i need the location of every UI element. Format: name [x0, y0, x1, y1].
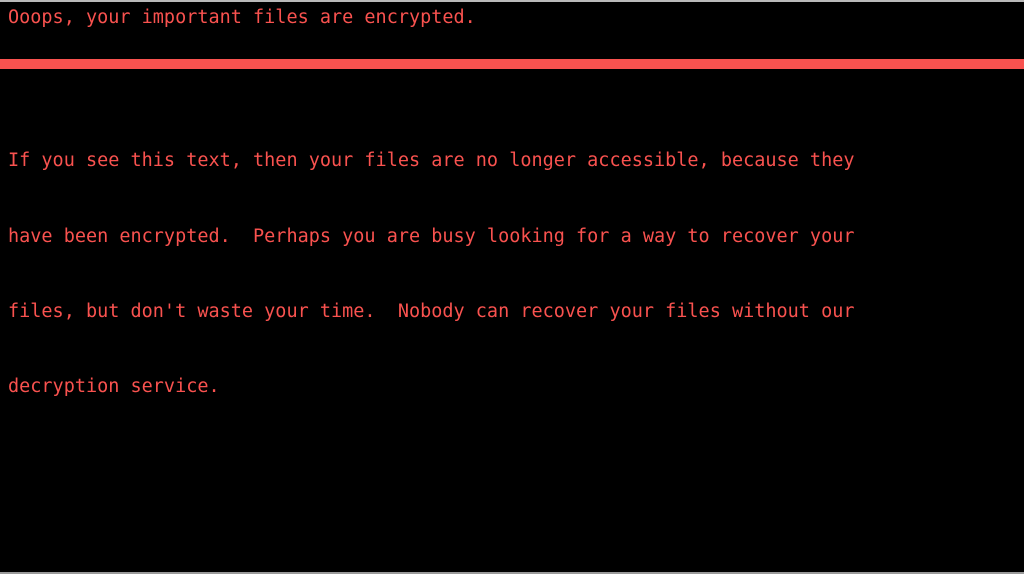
ransomware-lock-screen: Ooops, your important files are encrypte…: [0, 0, 1024, 574]
intro-line-2: have been encrypted. Perhaps you are bus…: [8, 224, 1018, 249]
intro-line-4: decryption service.: [8, 374, 1018, 399]
intro-line-1: If you see this text, then your files ar…: [8, 148, 1018, 173]
intro-line-3: files, but don't waste your time. Nobody…: [8, 299, 1018, 324]
spacer-line-1: [8, 475, 1018, 500]
message-body: If you see this text, then your files ar…: [8, 73, 1018, 574]
console-text-area: Ooops, your important files are encrypte…: [0, 2, 1024, 574]
divider-bar: [0, 59, 1024, 69]
page-title: Ooops, your important files are encrypte…: [8, 5, 476, 30]
